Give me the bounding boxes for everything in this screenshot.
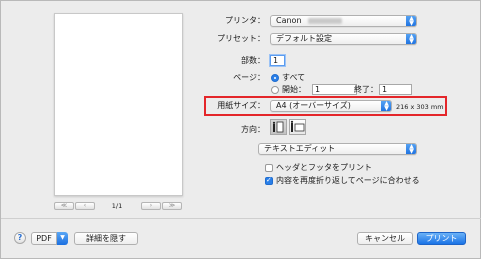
chevron-down-icon: ▼ xyxy=(57,232,68,245)
popup-arrows-icon: ▲ ▼ xyxy=(406,16,416,26)
rewrap-checkbox[interactable] xyxy=(265,176,273,185)
printer-label: プリンタ： xyxy=(225,16,265,25)
footer-divider xyxy=(1,218,481,219)
help-icon: ? xyxy=(17,233,23,242)
landscape-button[interactable] xyxy=(289,119,306,135)
last-page-icon: ≫ xyxy=(168,202,176,209)
header-footer-checkbox[interactable] xyxy=(265,164,273,172)
printer-popup[interactable]: Canon ▲ ▼ xyxy=(270,15,417,27)
pages-all-label: すべて xyxy=(282,73,306,82)
pages-label: ページ： xyxy=(233,73,265,82)
orientation-label: 方向： xyxy=(241,125,265,134)
popup-arrows-icon: ▲ ▼ xyxy=(381,101,391,111)
first-page-icon: ≪ xyxy=(60,202,68,209)
rewrap-label: 内容を再度折り返してページに合わせる xyxy=(276,176,420,185)
pages-to-field[interactable]: 1 xyxy=(379,84,412,95)
printer-value: Canon xyxy=(276,16,302,25)
pages-from-label: 開始： xyxy=(282,85,306,94)
page-preview xyxy=(54,13,183,196)
print-button[interactable]: プリント xyxy=(417,232,466,245)
printer-name-redacted xyxy=(307,17,342,24)
help-button[interactable]: ? xyxy=(14,232,26,244)
previous-page-button[interactable]: ‹ xyxy=(75,202,95,210)
print-dialog: ≪ ‹ 1/1 › ≫ プリンタ： Canon ▲ ▼ プリセット： デフォルト設… xyxy=(0,0,481,259)
pdf-label: PDF xyxy=(31,232,57,245)
pages-to-label: 終了： xyxy=(354,85,378,94)
last-page-button[interactable]: ≫ xyxy=(162,202,182,210)
pages-range-radio[interactable] xyxy=(271,86,279,94)
preset-label: プリセット： xyxy=(217,34,265,43)
cancel-button[interactable]: キャンセル xyxy=(357,232,413,245)
preset-value: デフォルト設定 xyxy=(276,34,332,43)
popup-arrows-icon: ▲ ▼ xyxy=(406,144,416,154)
page-indicator: 1/1 xyxy=(111,202,123,210)
pdf-menu-button[interactable]: PDF ▼ xyxy=(31,232,68,245)
section-value: テキストエディット xyxy=(264,144,336,153)
portrait-button[interactable] xyxy=(270,119,287,135)
landscape-icon xyxy=(290,120,305,132)
pages-from-field[interactable]: 1 xyxy=(312,84,357,95)
paper-size-popup[interactable]: A4 (オーバーサイズ) ▲ ▼ xyxy=(270,100,392,112)
print-settings-section-popup[interactable]: テキストエディット ▲ ▼ xyxy=(258,143,417,155)
header-footer-label: ヘッダとフッタをプリント xyxy=(276,163,372,172)
portrait-icon xyxy=(272,121,284,133)
next-page-button[interactable]: › xyxy=(141,202,161,210)
popup-arrows-icon: ▲ ▼ xyxy=(406,34,416,44)
paper-dimensions: 216 x 303 mm xyxy=(396,103,444,111)
pages-all-radio[interactable] xyxy=(271,74,279,82)
copies-field[interactable]: 1 xyxy=(270,55,285,66)
paper-size-label: 用紙サイズ： xyxy=(217,101,265,110)
paper-size-value: A4 (オーバーサイズ) xyxy=(276,101,351,110)
copies-label: 部数： xyxy=(241,56,265,65)
hide-details-button[interactable]: 詳細を隠す xyxy=(74,232,138,245)
first-page-button[interactable]: ≪ xyxy=(54,202,74,210)
next-page-icon: › xyxy=(149,202,153,209)
preset-popup[interactable]: デフォルト設定 ▲ ▼ xyxy=(270,33,417,45)
previous-page-icon: ‹ xyxy=(83,202,87,209)
